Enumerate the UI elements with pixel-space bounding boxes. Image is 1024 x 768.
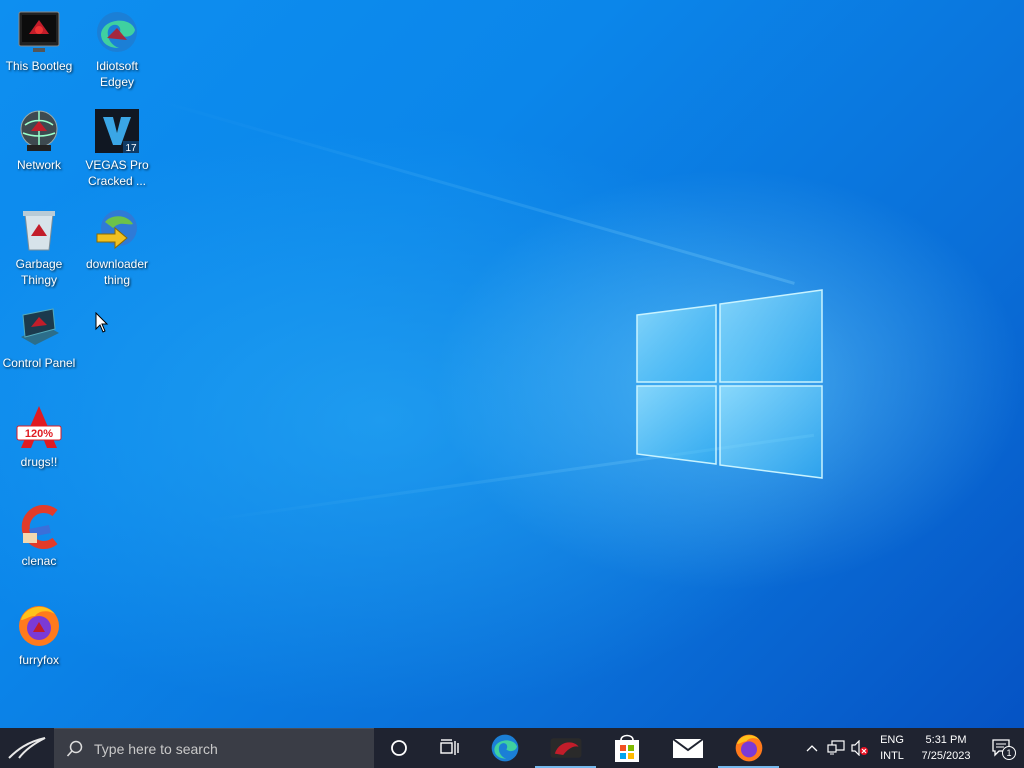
firefox-icon xyxy=(735,734,762,762)
taskbar-app-store[interactable] xyxy=(596,728,657,768)
version-badge: 17 xyxy=(125,143,137,154)
taskbar-app-rog[interactable] xyxy=(535,728,596,768)
mail-icon xyxy=(671,738,704,758)
taskbar-app-firefox[interactable] xyxy=(718,728,779,768)
desktop-icon-edgey[interactable]: Idiotsoft Edgey xyxy=(78,4,156,96)
acrobat-icon: 120% xyxy=(16,406,62,448)
desktop-icon-drugs[interactable]: 120% drugs!! xyxy=(0,400,78,492)
cortana-circle-icon xyxy=(391,740,407,756)
taskbar: Type here to search ENG INTL 5:31 PM 7/2… xyxy=(0,728,1024,768)
ccleaner-icon xyxy=(21,505,58,549)
desktop-icon-clenac[interactable]: clenac xyxy=(0,499,78,591)
start-button[interactable] xyxy=(0,728,54,768)
volume-muted-icon xyxy=(851,740,868,756)
search-placeholder: Type here to search xyxy=(94,740,218,757)
notification-count-badge: 1 xyxy=(1002,746,1016,760)
mouse-cursor-icon xyxy=(95,312,109,333)
chevron-up-icon xyxy=(806,745,818,752)
desktop-icon-label: Control Panel xyxy=(2,356,76,370)
computer-icon xyxy=(18,11,60,52)
vegas-pro-icon: 17 xyxy=(95,109,139,154)
desktop-icon-label: This Bootleg xyxy=(5,59,73,73)
desktop-icon-label: Garbage Thingy xyxy=(15,257,63,287)
keyboard-layout: INTL xyxy=(880,750,904,762)
download-manager-icon xyxy=(96,210,137,250)
desktop-icon-furryfox[interactable]: furryfox xyxy=(0,598,78,690)
taskbar-app-edge[interactable] xyxy=(474,728,535,768)
task-view-button[interactable] xyxy=(424,728,474,768)
desktop-icon-label: clenac xyxy=(21,554,57,568)
desktop-icon-label: Network xyxy=(16,158,61,172)
network-globe-icon xyxy=(20,110,58,151)
desktop-icon-label: drugs!! xyxy=(20,455,58,469)
search-icon xyxy=(66,740,83,757)
task-view-icon xyxy=(440,739,459,755)
taskbar-app-mail[interactable] xyxy=(657,728,718,768)
taskbar-search-box[interactable]: Type here to search xyxy=(54,728,374,768)
rog-app-icon xyxy=(550,738,581,758)
recycle-bin-icon xyxy=(23,211,55,251)
percent-badge: 120% xyxy=(25,428,53,440)
store-icon xyxy=(614,734,639,762)
clock-date: 7/25/2023 xyxy=(921,750,971,762)
clock-time: 5:31 PM xyxy=(925,734,967,746)
edge-icon xyxy=(491,734,518,762)
desktop-icon-label: downloader thing xyxy=(85,257,149,287)
edge-icon xyxy=(97,12,137,52)
desktop-icon-label: Idiotsoft Edgey xyxy=(95,59,139,89)
desktop-icon-downloader[interactable]: downloader thing xyxy=(78,202,156,294)
desktop-icon-recycle-bin[interactable]: Garbage Thingy xyxy=(0,202,78,294)
action-center-button[interactable]: 1 xyxy=(980,728,1024,768)
system-tray: ENG INTL 5:31 PM 7/25/2023 1 xyxy=(800,728,1024,768)
control-panel-icon xyxy=(21,308,59,345)
start-logo-icon xyxy=(8,737,46,759)
desktop-icon-control-panel[interactable]: Control Panel xyxy=(0,301,78,393)
volume-tray-button[interactable] xyxy=(848,728,872,768)
firefox-icon xyxy=(19,606,59,646)
desktop-icon-vegas-pro[interactable]: 17 VEGAS Pro Cracked ... xyxy=(78,103,156,195)
language-code: ENG xyxy=(880,734,904,746)
clock-button[interactable]: 5:31 PM 7/25/2023 xyxy=(912,728,980,768)
network-icon xyxy=(827,740,845,755)
desktop-icon-label: furryfox xyxy=(18,653,59,667)
network-tray-button[interactable] xyxy=(824,728,848,768)
desktop-icon-label: VEGAS Pro Cracked ... xyxy=(85,158,149,188)
desktop-icon-network[interactable]: Network xyxy=(0,103,78,195)
input-language-button[interactable]: ENG INTL xyxy=(872,728,912,768)
cortana-button[interactable] xyxy=(374,728,424,768)
show-hidden-icons-button[interactable] xyxy=(800,728,824,768)
desktop-icon-this-pc[interactable]: This Bootleg xyxy=(0,4,78,96)
